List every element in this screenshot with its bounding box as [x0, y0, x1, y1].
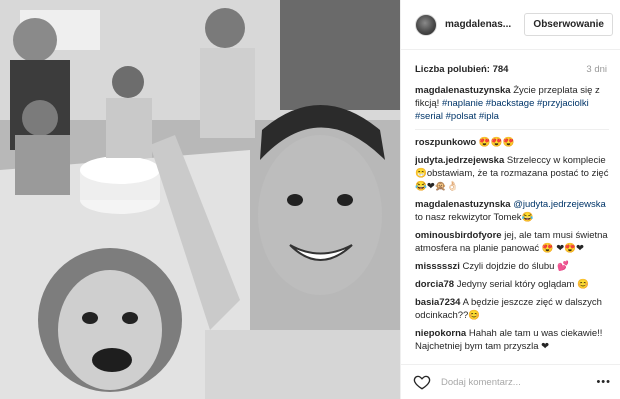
- comment-item: dorcia78 Jedyny serial który oglądam 😊: [415, 278, 609, 291]
- comment-item: magdalenastuzynska @judyta.jedrzejewska …: [415, 198, 609, 224]
- comment-item: ominousbirdofyore jej, ale tam musi świe…: [415, 229, 609, 255]
- comment-mention[interactable]: @judyta.jedrzejewska: [513, 199, 606, 210]
- likes-row: Liczba polubień: 784 3 dni: [415, 64, 607, 75]
- comment-text: to nasz rekwizytor Tomek😂: [415, 212, 534, 223]
- profile-username[interactable]: magdalenas...: [445, 19, 524, 30]
- comment-item: missssszi Czyli dojdzie do ślubu 💕: [415, 260, 609, 273]
- comment-item: niepokorna Hahah ale tam u was ciekawie!…: [415, 327, 609, 353]
- comment-username[interactable]: magdalenastuzynska: [415, 199, 511, 210]
- comment-footer: •••: [401, 364, 620, 399]
- comment-username[interactable]: niepokorna: [415, 328, 466, 339]
- comment-username[interactable]: dorcia78: [415, 279, 454, 290]
- comment-text: 😍😍😍: [478, 137, 515, 148]
- caption-hashtags[interactable]: #naplanie #backstage #przyjaciolki #seri…: [415, 98, 589, 122]
- more-options-icon[interactable]: •••: [596, 376, 611, 388]
- comment-item: basia7234 A będzie jeszcze zięć w dalszy…: [415, 296, 609, 322]
- comments-list[interactable]: magdalenastuzynska Życie przeplata się z…: [415, 84, 609, 356]
- comment-username[interactable]: missssszi: [415, 261, 460, 272]
- likes-summary[interactable]: Liczba polubień: 784: [415, 64, 508, 75]
- comment-text: Jedyny serial który oglądam 😊: [456, 279, 589, 290]
- comment-text: Czyli dojdzie do ślubu 💕: [462, 261, 569, 272]
- likes-count: 784: [492, 64, 509, 75]
- post-photo[interactable]: [0, 0, 400, 399]
- add-comment-input[interactable]: [441, 376, 597, 388]
- post-header: magdalenas... Obserwowanie: [401, 0, 620, 50]
- heart-icon[interactable]: [413, 373, 431, 391]
- comment-username[interactable]: roszpunkowo: [415, 137, 476, 148]
- comment-item: roszpunkowo 😍😍😍: [415, 136, 609, 149]
- caption: magdalenastuzynska Życie przeplata się z…: [415, 84, 609, 130]
- comment-username[interactable]: basia7234: [415, 297, 460, 308]
- avatar[interactable]: [415, 13, 437, 36]
- comment-item: judyta.jedrzejewska Strzeleccy w komplec…: [415, 154, 609, 193]
- post-side-panel: magdalenas... Obserwowanie Liczba polubi…: [400, 0, 620, 399]
- comment-username[interactable]: judyta.jedrzejewska: [415, 155, 504, 166]
- caption-username[interactable]: magdalenastuzynska: [415, 85, 511, 96]
- post-date[interactable]: 3 dni: [586, 64, 607, 75]
- follow-button[interactable]: Obserwowanie: [524, 13, 613, 36]
- selfie-photo-graphic: [0, 0, 400, 399]
- comment-username[interactable]: ominousbirdofyore: [415, 230, 502, 241]
- likes-label: Liczba polubień:: [415, 64, 490, 75]
